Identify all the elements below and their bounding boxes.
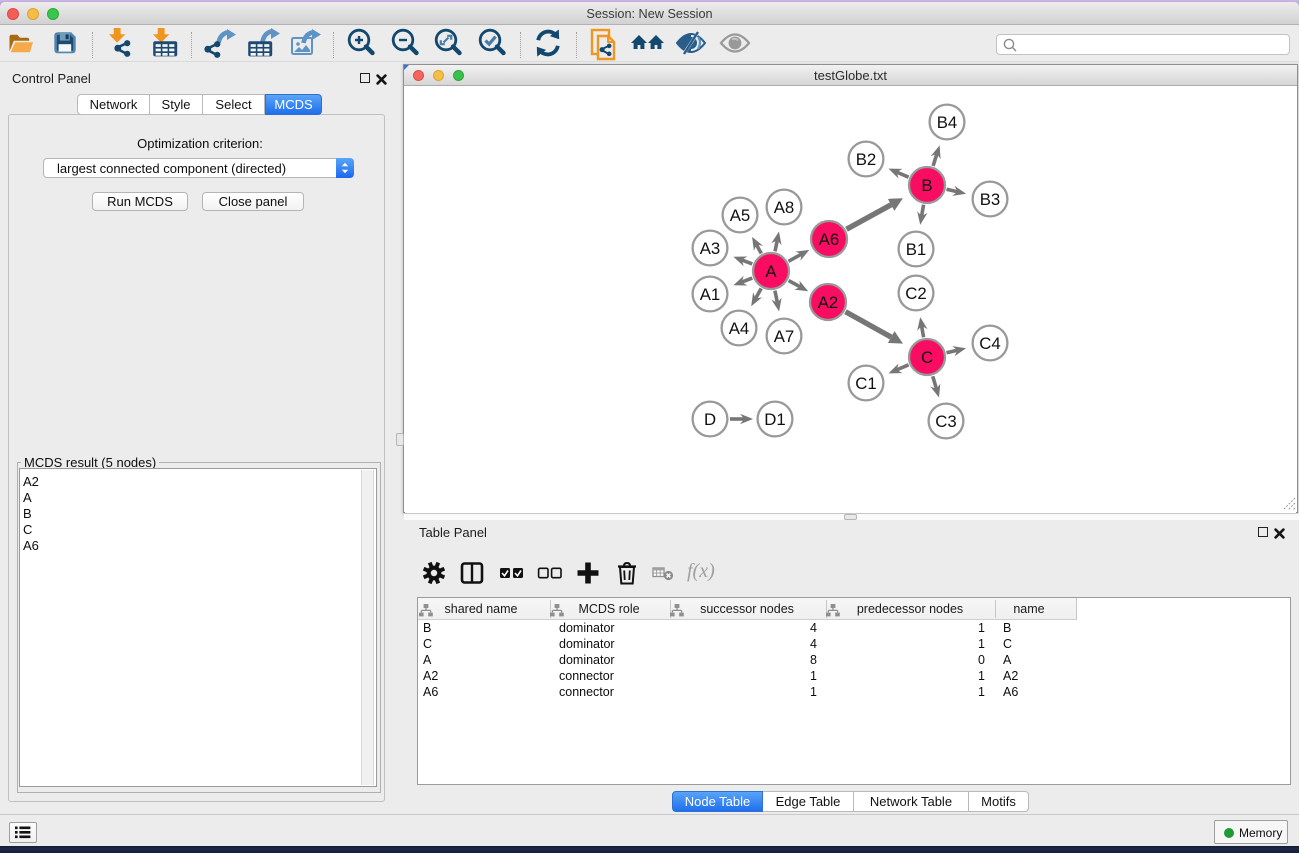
svg-text:B1: B1 bbox=[906, 240, 927, 259]
svg-text:B3: B3 bbox=[980, 190, 1001, 209]
svg-text:A2: A2 bbox=[818, 293, 839, 312]
svg-text:D: D bbox=[704, 410, 716, 429]
svg-text:A: A bbox=[765, 262, 777, 281]
svg-text:A8: A8 bbox=[774, 198, 795, 217]
svg-text:A1: A1 bbox=[700, 285, 721, 304]
svg-text:C2: C2 bbox=[905, 284, 926, 303]
svg-text:C: C bbox=[921, 348, 933, 367]
svg-text:B: B bbox=[921, 176, 932, 195]
svg-text:C1: C1 bbox=[855, 374, 876, 393]
svg-text:B2: B2 bbox=[856, 150, 877, 169]
svg-text:A5: A5 bbox=[730, 206, 751, 225]
svg-text:D1: D1 bbox=[764, 410, 785, 429]
svg-text:A7: A7 bbox=[774, 327, 795, 346]
svg-text:C4: C4 bbox=[979, 334, 1000, 353]
svg-text:A3: A3 bbox=[700, 239, 721, 258]
svg-text:C3: C3 bbox=[935, 412, 956, 431]
svg-text:A4: A4 bbox=[729, 319, 750, 338]
svg-text:A6: A6 bbox=[819, 230, 840, 249]
svg-text:B4: B4 bbox=[937, 113, 958, 132]
